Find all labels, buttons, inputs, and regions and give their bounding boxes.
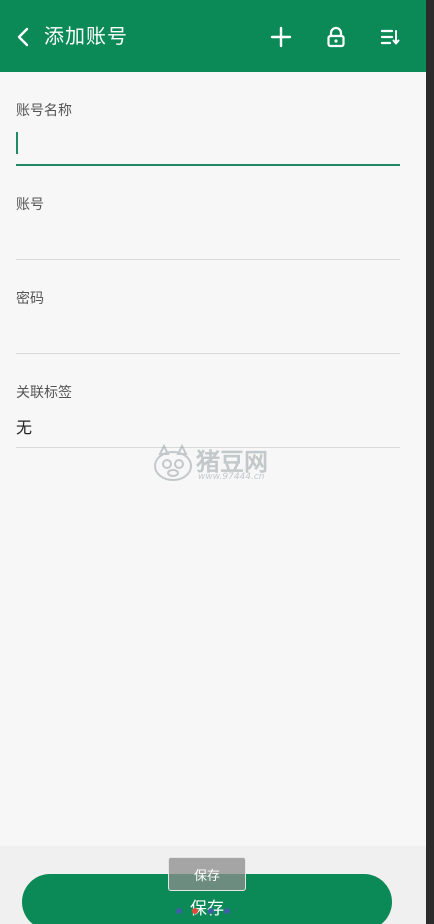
indicator-dot [176,908,182,914]
sort-list-icon [380,29,400,45]
plus-icon [270,26,292,48]
chevron-left-icon [17,27,29,47]
account-label: 账号 [16,197,44,213]
add-button[interactable] [268,24,294,50]
account-name-label: 账号名称 [16,103,72,119]
screen-edge [426,0,434,924]
back-button[interactable] [12,24,34,50]
password-field[interactable]: 密码 [16,260,400,354]
related-tag-field[interactable]: 关联标签 无 [16,354,400,448]
lock-button[interactable] [323,24,349,50]
page-title: 添加账号 [44,24,128,48]
password-label: 密码 [16,291,44,307]
related-tag-value: 无 [16,418,33,437]
account-field[interactable]: 账号 [16,166,400,260]
account-name-field[interactable]: 账号名称 [16,72,400,166]
pig-logo-icon [154,443,192,481]
top-app-bar: 添加账号 [0,0,426,72]
watermark: 猪豆网 www.97444.cn [152,442,284,486]
save-button-label: 保存 [190,899,224,919]
account-form: 账号名称 账号 密码 关联标签 无 [16,72,400,448]
app-screen: 添加账号 账号名称 账号 密码 关联标签 无 猪豆网 www.97444.cn … [0,0,426,924]
password-input[interactable] [16,316,400,346]
account-name-input[interactable] [16,128,400,158]
related-tag-label: 关联标签 [16,385,72,401]
lock-icon [327,26,345,48]
sort-menu-button[interactable] [377,24,403,50]
indicator-dot [208,908,214,914]
indicator-dot [224,908,230,914]
page-indicator-dots [176,908,230,914]
account-input[interactable] [16,222,400,252]
watermark-url: www.97444.cn [198,472,265,482]
save-tooltip: 保存 [168,857,246,891]
indicator-dot [192,908,198,914]
